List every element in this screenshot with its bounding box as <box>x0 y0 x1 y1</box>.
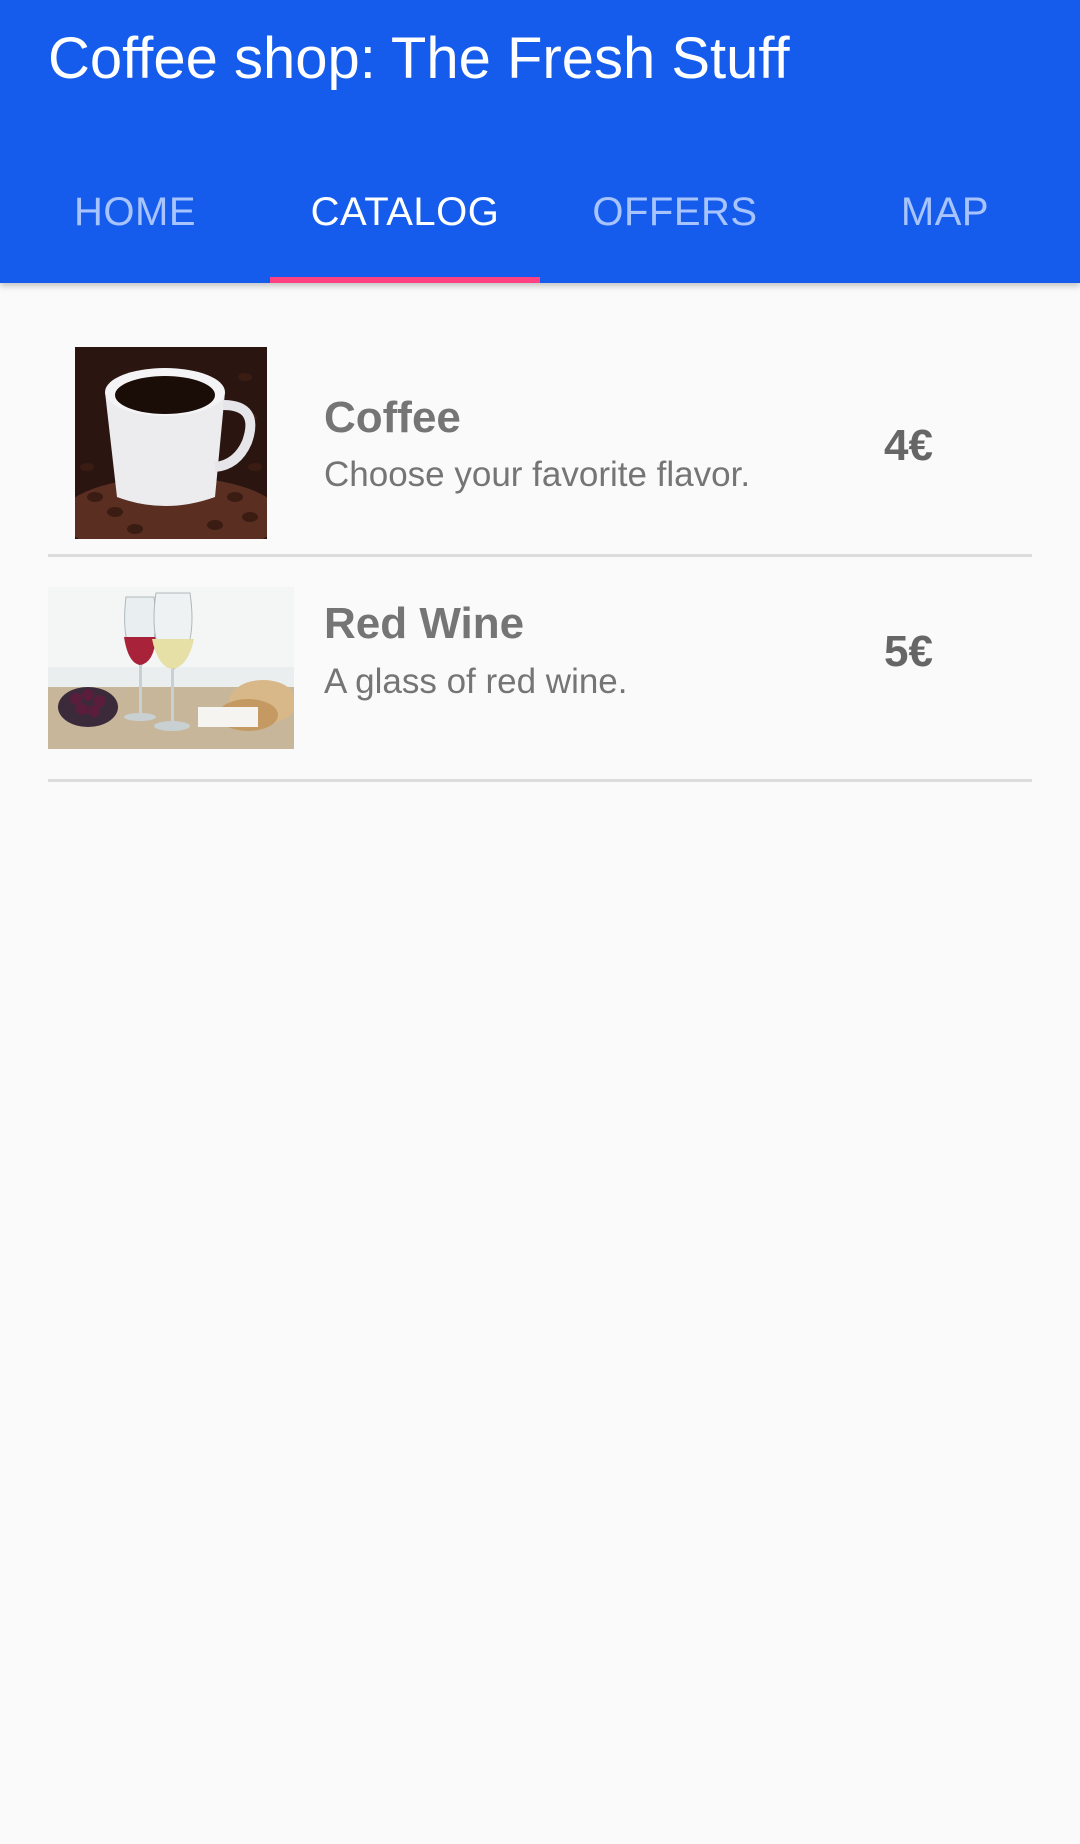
item-name: Coffee <box>324 393 461 442</box>
tab-offers[interactable]: OFFERS <box>540 150 810 283</box>
item-description: Choose your favorite flavor. <box>324 455 751 494</box>
item-price: 5€ <box>884 627 933 676</box>
app-screen: Coffee shop: The Fresh Stuff HOME CATALO… <box>0 0 1080 1844</box>
app-bar: Coffee shop: The Fresh Stuff HOME CATALO… <box>0 0 1080 283</box>
tab-bar: HOME CATALOG OFFERS MAP <box>0 150 1080 283</box>
tab-home[interactable]: HOME <box>0 150 270 283</box>
tab-catalog[interactable]: CATALOG <box>270 150 540 283</box>
tab-map[interactable]: MAP <box>810 150 1080 283</box>
app-title: Coffee shop: The Fresh Stuff <box>48 26 790 91</box>
coffee-cup-image <box>75 347 267 539</box>
item-description: A glass of red wine. <box>324 662 628 701</box>
item-name: Red Wine <box>324 599 525 648</box>
catalog-list: Coffee Choose your favorite flavor. 4€ R… <box>48 283 1032 782</box>
catalog-item-coffee[interactable]: Coffee Choose your favorite flavor. 4€ <box>48 283 1032 557</box>
catalog-item-red-wine[interactable]: Red Wine A glass of red wine. 5€ <box>48 557 1032 782</box>
wine-glasses-image <box>48 587 294 749</box>
item-price: 4€ <box>884 421 933 470</box>
